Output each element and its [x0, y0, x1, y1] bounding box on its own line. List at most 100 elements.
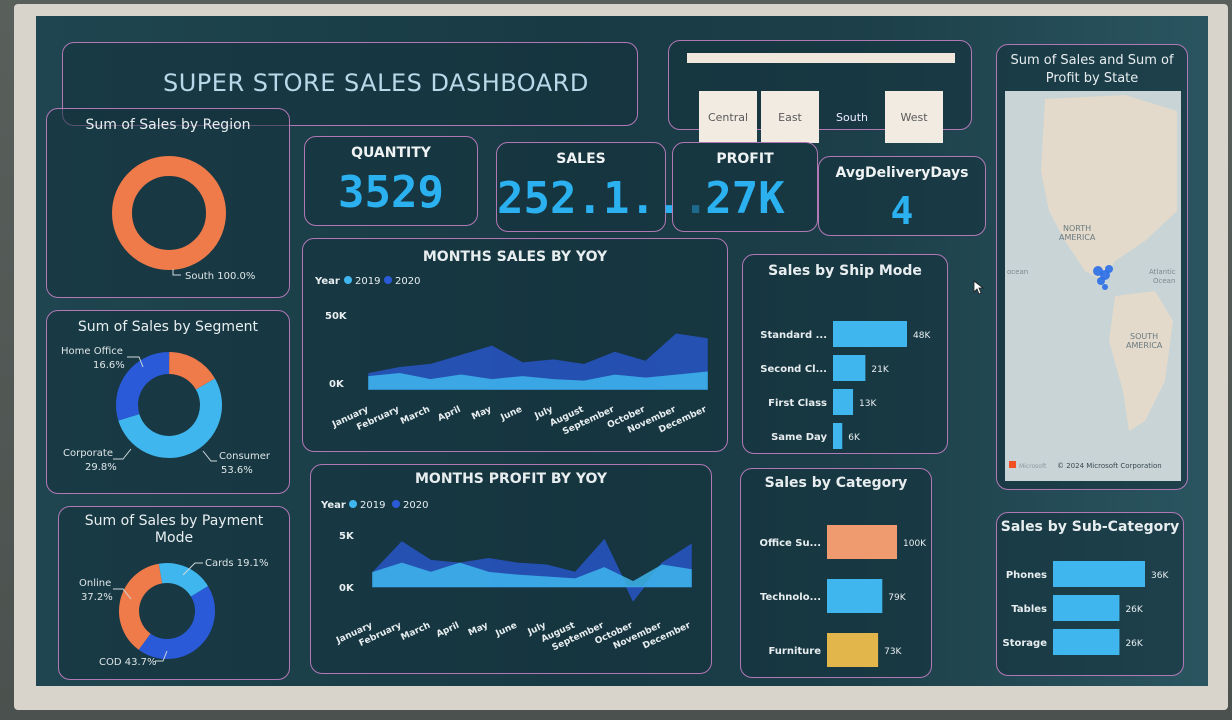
- sales-legend-2020: 2020: [395, 276, 420, 287]
- ship-mode-category-label: First Class: [768, 398, 827, 409]
- ship-mode-category-label: Second Cl...: [760, 364, 827, 375]
- map-label-north-1: NORTH: [1063, 224, 1091, 233]
- slicer-option-central[interactable]: Central: [699, 91, 757, 143]
- segment-label-corporate: Corporate: [63, 448, 113, 459]
- map-label-ocean-right-1: Atlantic: [1149, 268, 1176, 276]
- category-panel: Sales by Category Office Su... 100K Techno…: [740, 468, 932, 678]
- map-label-south-1: SOUTH: [1130, 332, 1158, 341]
- sales-x-label: March: [399, 405, 432, 427]
- mouse-cursor-icon: [973, 280, 985, 295]
- kpi-profit-label: PROFIT: [716, 151, 774, 167]
- ship-mode-chart: Standard ... 48K Second Cl... 21K First Clas…: [760, 321, 931, 449]
- profit-x-label: June: [493, 621, 518, 640]
- category-bar[interactable]: [827, 525, 897, 559]
- profit-legend-2019: 2019: [360, 500, 385, 511]
- subcategory-bar[interactable]: [1053, 561, 1145, 587]
- region-slice-south[interactable]: [112, 156, 226, 270]
- kpi-quantity-card: QUANTITY 3529: [304, 136, 478, 226]
- category-bar[interactable]: [827, 579, 883, 613]
- ship-mode-bar[interactable]: [833, 355, 866, 381]
- ship-mode-panel: Sales by Ship Mode Standard ... 48K Second…: [742, 254, 948, 454]
- payment-panel: Sum of Sales by Payment Mode Cards 19.1%…: [58, 506, 290, 680]
- category-bar[interactable]: [827, 633, 879, 667]
- payment-slice-online[interactable]: [119, 563, 163, 650]
- segment-slice-corporate[interactable]: [116, 352, 170, 421]
- category-value-label: 100K: [903, 539, 927, 549]
- map-credit: © 2024 Microsoft Corporation: [1057, 462, 1162, 470]
- payment-slice-cards[interactable]: [158, 563, 209, 598]
- map-label-ocean-right-2: Ocean: [1153, 277, 1175, 285]
- subcategory-category-label: Phones: [1006, 570, 1047, 581]
- ship-mode-value-label: 48K: [913, 331, 931, 341]
- kpi-quantity-label: QUANTITY: [351, 145, 431, 161]
- subcategory-value-label: 36K: [1151, 571, 1169, 581]
- subcategory-bar[interactable]: [1053, 595, 1120, 621]
- subcategory-value-label: 26K: [1125, 639, 1143, 649]
- map-bubble[interactable]: [1097, 277, 1105, 285]
- kpi-profit-card: PROFIT 27K: [672, 142, 818, 232]
- payment-pct-online: 37.2%: [81, 592, 113, 603]
- profit-y-zero: 0K: [339, 583, 355, 594]
- payment-slice-cod[interactable]: [138, 586, 215, 659]
- ship-mode-bar[interactable]: [833, 423, 843, 449]
- segment-slice-consumer[interactable]: [118, 378, 222, 458]
- sales-y-zero: 0K: [329, 379, 345, 390]
- page-title: SUPER STORE SALES DASHBOARD: [163, 69, 589, 97]
- subcategory-category-label: Tables: [1011, 604, 1047, 615]
- category-category-label: Office Su...: [759, 538, 821, 549]
- category-category-label: Furniture: [768, 646, 821, 657]
- ship-mode-bar[interactable]: [833, 389, 854, 415]
- sales-legend-2019-marker: [344, 276, 352, 284]
- ship-mode-value-label: 13K: [859, 399, 877, 409]
- profit-legend-2019-marker: [349, 500, 357, 508]
- profit-x-label: April: [435, 621, 461, 640]
- subcategory-value-label: 26K: [1125, 605, 1143, 615]
- map-label-north-2: AMERICA: [1059, 233, 1096, 242]
- segment-slice-home-office[interactable]: [168, 352, 215, 391]
- map-bubble[interactable]: [1102, 284, 1108, 290]
- segment-panel: Sum of Sales by Segment Home Office 16.6…: [46, 310, 290, 494]
- ship-mode-category-label: Standard ...: [760, 330, 827, 341]
- subcategory-panel: Sales by Sub-Category Phones 36K Tables 26K…: [996, 512, 1184, 676]
- category-value-label: 79K: [888, 593, 906, 603]
- sales-legend-2020-marker: [384, 276, 392, 284]
- sales-x-label: May: [470, 405, 493, 423]
- profit-legend-2020: 2020: [403, 500, 428, 511]
- ship-mode-bar[interactable]: [833, 321, 907, 347]
- slicer-option-south[interactable]: South: [823, 91, 881, 143]
- state-map[interactable]: NORTH AMERICA SOUTH AMERICA ocean Atlant…: [1005, 91, 1181, 481]
- category-value-label: 73K: [884, 647, 902, 657]
- slicer-option-west[interactable]: West: [885, 91, 943, 143]
- segment-label-home-office: Home Office: [61, 346, 123, 357]
- subcategory-chart: Phones 36K Tables 26K Storage 26K: [1003, 561, 1169, 655]
- map-title-line2: Profit by State: [1045, 71, 1139, 86]
- sales-x-label: April: [436, 405, 462, 424]
- profit-x-label: March: [400, 621, 433, 643]
- profit-legend-2020-marker: [392, 500, 400, 508]
- segment-pct-corporate: 29.8%: [85, 462, 117, 473]
- dashboard-screen: SUPER STORE SALES DASHBOARD Central East…: [36, 16, 1208, 686]
- microsoft-logo-icon: [1009, 461, 1016, 468]
- ship-mode-value-label: 21K: [871, 365, 889, 375]
- kpi-sales-label: SALES: [556, 151, 606, 167]
- sales-y-top: 50K: [325, 311, 348, 322]
- payment-label-cards: Cards 19.1%: [205, 558, 269, 569]
- region-panel: Sum of Sales by Region South 100.0%: [46, 108, 290, 298]
- slicer-option-east[interactable]: East: [761, 91, 819, 143]
- sales-legend-2019: 2019: [355, 276, 380, 287]
- subcategory-bar[interactable]: [1053, 629, 1120, 655]
- subcategory-category-label: Storage: [1003, 638, 1048, 649]
- profit-legend-title: Year: [320, 500, 346, 511]
- profit-yoy-chart: Year 2019 2020 5K 0K JanuaryFebruaryMarc…: [320, 500, 693, 653]
- map-label-ocean-left: ocean: [1007, 268, 1028, 276]
- profit-x-label: May: [467, 621, 490, 639]
- ship-mode-value-label: 6K: [848, 433, 861, 443]
- segment-label-consumer: Consumer: [219, 451, 271, 462]
- map-label-south-2: AMERICA: [1126, 341, 1163, 350]
- map-brand: Microsoft: [1019, 463, 1047, 470]
- segment-donut-chart: Home Office 16.6% Corporate 29.8% Consum…: [61, 346, 271, 476]
- map-bubble[interactable]: [1105, 265, 1113, 273]
- region-slice-label: South 100.0%: [185, 271, 255, 282]
- kpi-delivery-label: AvgDeliveryDays: [835, 165, 969, 181]
- kpi-profit-value: 27K: [705, 173, 785, 224]
